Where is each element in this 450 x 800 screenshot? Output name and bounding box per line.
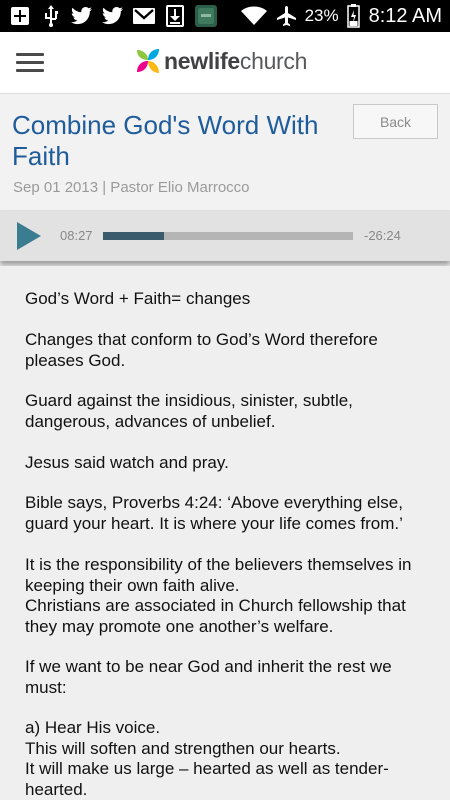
app-header: newlifechurch xyxy=(0,32,450,94)
newlife-church-logo: newlifechurch xyxy=(136,47,307,75)
logo-text-light: church xyxy=(239,47,308,74)
progress-fill xyxy=(103,232,165,240)
progress-bar[interactable] xyxy=(103,232,353,240)
add-box-icon xyxy=(9,6,31,26)
sermon-title: Combine God's Word With Faith xyxy=(12,110,319,171)
sermon-notes: God’s Word + Faith= changes Changes that… xyxy=(0,266,450,800)
logo-text-bold: newlife xyxy=(164,47,240,74)
sermon-meta: Sep 01 2013 | Pastor Elio Marrocco xyxy=(13,179,250,196)
clock: 8:12 AM xyxy=(368,4,442,27)
gmail-icon xyxy=(133,6,155,26)
paragraph: Jesus said watch and pray. xyxy=(25,453,229,472)
twitter-icon xyxy=(71,6,93,26)
paragraph: a) Hear His voice. xyxy=(25,718,161,737)
paragraph: God’s Word + Faith= changes xyxy=(25,289,251,308)
play-icon[interactable] xyxy=(16,221,42,251)
paragraph: Christians are associated in Church fell… xyxy=(25,596,406,636)
paragraph: Changes that conform to God’s Word there… xyxy=(25,330,378,370)
twitter-icon xyxy=(102,6,124,26)
logo-mark-icon xyxy=(136,47,160,75)
hamburger-menu-icon[interactable] xyxy=(16,53,44,73)
paragraph: This will soften and strengthen our hear… xyxy=(25,739,341,758)
paragraph: It is the responsibility of the believer… xyxy=(25,555,412,595)
battery-percent: 23% xyxy=(304,6,339,25)
download-icon xyxy=(164,5,186,27)
audio-player: 08:27 -26:24 xyxy=(0,210,450,261)
app-thumbnail-icon xyxy=(195,5,217,27)
system-icons: 23% 8:12 AM xyxy=(240,4,450,28)
airplane-mode-icon xyxy=(275,6,297,26)
battery-icon xyxy=(347,4,361,28)
sermon-header: Combine God's Word With Faith Sep 01 201… xyxy=(0,94,450,210)
paragraph: If we want to be near God and inherit th… xyxy=(25,657,392,697)
status-bar: 23% 8:12 AM xyxy=(0,0,450,32)
wifi-icon xyxy=(240,6,267,26)
paragraph: Guard against the insidious, sinister, s… xyxy=(25,391,353,431)
time-remaining: -26:24 xyxy=(364,228,401,243)
back-button[interactable]: Back xyxy=(353,104,438,139)
usb-icon xyxy=(40,5,62,27)
paragraph: Bible says, Proverbs 4:24: ‘Above everyt… xyxy=(25,493,403,533)
paragraph: It will make us large – hearted as well … xyxy=(25,759,389,799)
notification-icons xyxy=(0,5,217,27)
time-elapsed: 08:27 xyxy=(60,228,93,243)
